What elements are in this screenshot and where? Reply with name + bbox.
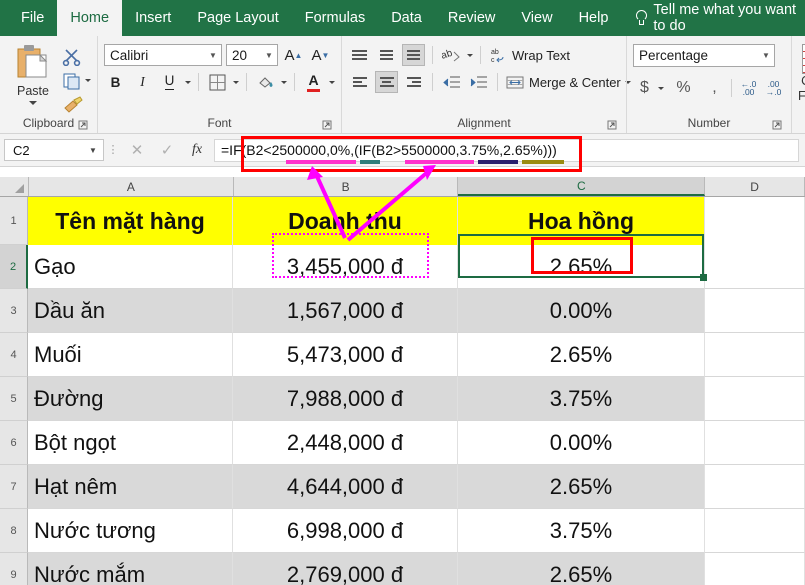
- annotation-arrows: [307, 165, 436, 242]
- excel-window: File Home Insert Page Layout Formulas Da…: [0, 0, 805, 585]
- arrow-to-condition2: [346, 165, 436, 242]
- arrow-to-condition1: [307, 166, 347, 239]
